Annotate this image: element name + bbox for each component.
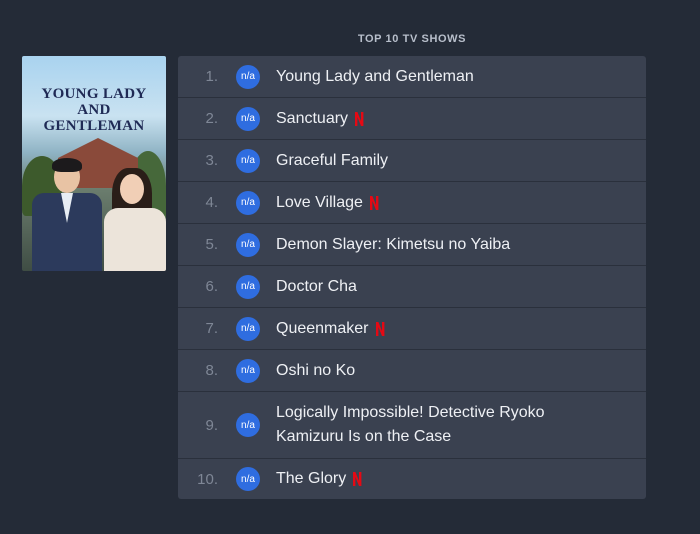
rating-badge: n/a xyxy=(236,316,260,341)
show-title[interactable]: Graceful Family xyxy=(276,149,388,173)
show-title[interactable]: Love Village xyxy=(276,191,379,215)
rating-badge: n/a xyxy=(236,274,260,299)
list-item[interactable]: 4. n/a Love Village xyxy=(178,182,646,224)
show-title[interactable]: Doctor Cha xyxy=(276,275,357,299)
show-title-text: Oshi no Ko xyxy=(276,361,356,379)
list-item[interactable]: 1. n/a Young Lady and Gentleman xyxy=(178,56,646,98)
list-item[interactable]: 2. n/a Sanctuary xyxy=(178,98,646,140)
section-title: TOP 10 TV SHOWS xyxy=(357,33,467,45)
rank-number: 10. xyxy=(197,470,218,488)
show-title[interactable]: Logically Impossible! Detective Ryoko Ka… xyxy=(276,401,596,449)
rank-number: 1. xyxy=(205,68,218,85)
list-item[interactable]: 8. n/a Oshi no Ko xyxy=(178,350,646,392)
show-title-text: Queenmaker xyxy=(276,319,369,337)
show-title[interactable]: The Glory xyxy=(276,467,362,491)
rank-number: 9. xyxy=(205,416,218,434)
featured-poster[interactable]: YOUNG LADY AND GENTLEMAN xyxy=(22,56,166,271)
poster-title: YOUNG LADY AND GENTLEMAN xyxy=(41,86,147,134)
netflix-icon xyxy=(369,195,379,210)
rating-badge: n/a xyxy=(236,232,260,257)
show-title[interactable]: Young Lady and Gentleman xyxy=(276,65,474,89)
list-item[interactable]: 3. n/a Graceful Family xyxy=(178,140,646,182)
rating-badge: n/a xyxy=(236,190,260,215)
show-title[interactable]: Queenmaker xyxy=(276,317,385,341)
show-title-text: Love Village xyxy=(276,193,363,211)
show-title[interactable]: Oshi no Ko xyxy=(276,359,355,383)
rating-badge: n/a xyxy=(236,64,260,89)
rating-badge: n/a xyxy=(236,467,260,491)
rank-number: 2. xyxy=(205,110,218,127)
rating-badge: n/a xyxy=(236,148,260,173)
rank-number: 6. xyxy=(205,278,218,295)
top-shows-list: 1. n/a Young Lady and Gentleman 2. n/a S… xyxy=(178,56,646,499)
show-title[interactable]: Demon Slayer: Kimetsu no Yaiba xyxy=(276,233,510,257)
show-title-text: Logically Impossible! Detective Ryoko Ka… xyxy=(276,404,545,445)
show-title[interactable]: Sanctuary xyxy=(276,107,364,131)
rating-badge: n/a xyxy=(236,413,260,437)
rating-badge: n/a xyxy=(236,106,260,131)
show-title-text: Young Lady and Gentleman xyxy=(276,67,474,85)
rank-number: 3. xyxy=(205,152,218,169)
show-title-text: Sanctuary xyxy=(276,109,349,127)
list-item[interactable]: 10. n/a The Glory xyxy=(178,459,646,499)
rank-number: 4. xyxy=(205,194,218,211)
rating-badge: n/a xyxy=(236,358,260,383)
show-title-text: Doctor Cha xyxy=(276,277,357,295)
netflix-icon xyxy=(355,111,364,126)
netflix-icon xyxy=(353,472,362,486)
rank-number: 8. xyxy=(205,362,218,379)
poster-art-man xyxy=(30,158,102,271)
netflix-icon xyxy=(375,321,384,336)
show-title-text: The Glory xyxy=(276,470,347,487)
show-title-text: Graceful Family xyxy=(276,151,389,169)
list-item[interactable]: 5. n/a Demon Slayer: Kimetsu no Yaiba xyxy=(178,224,646,266)
list-item[interactable]: 9. n/a Logically Impossible! Detective R… xyxy=(178,392,646,459)
rank-number: 5. xyxy=(205,236,218,253)
poster-art-woman xyxy=(100,168,166,271)
rank-number: 7. xyxy=(205,320,218,337)
list-item[interactable]: 7. n/a Queenmaker xyxy=(178,308,646,350)
list-item[interactable]: 6. n/a Doctor Cha xyxy=(178,266,646,308)
show-title-text: Demon Slayer: Kimetsu no Yaiba xyxy=(276,235,511,253)
